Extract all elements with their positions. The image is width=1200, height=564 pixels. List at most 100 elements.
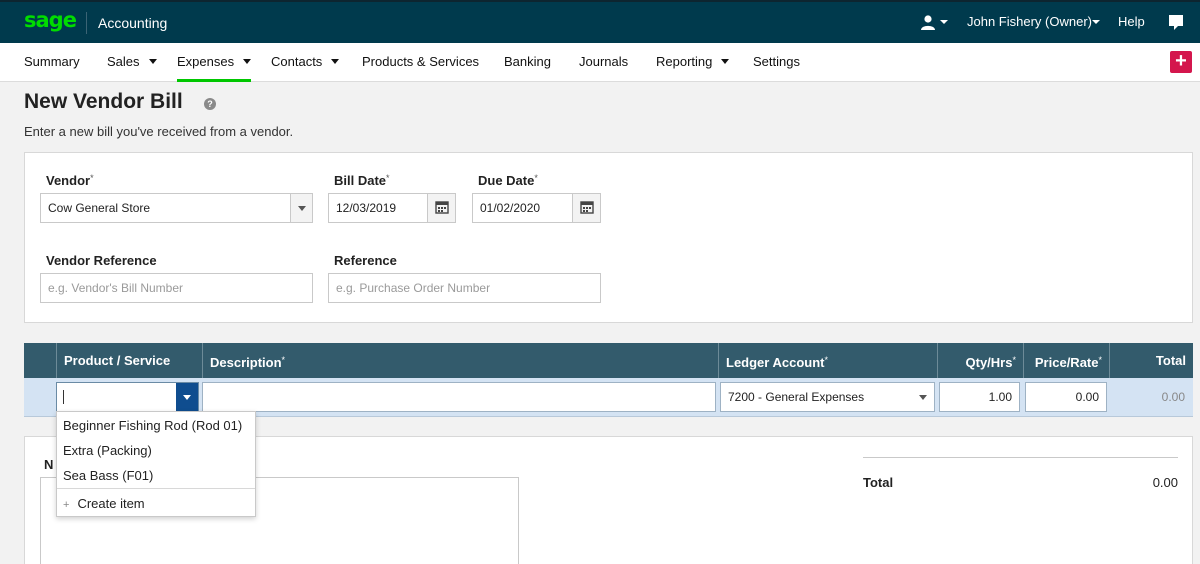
nav-label: Expenses bbox=[177, 54, 235, 69]
chevron-down-icon[interactable] bbox=[912, 383, 934, 411]
nav-journals[interactable]: Journals bbox=[579, 54, 628, 82]
product-select[interactable] bbox=[56, 382, 199, 412]
nav-label: Reporting bbox=[656, 54, 713, 69]
reference-label: Reference bbox=[334, 253, 397, 268]
nav-label: Banking bbox=[504, 54, 551, 69]
column-label: Qty/Hrs bbox=[965, 355, 1013, 370]
header-spacer bbox=[24, 343, 56, 378]
nav-label: Settings bbox=[753, 54, 800, 69]
column-label: Total bbox=[1155, 353, 1186, 368]
required-mark: * bbox=[1012, 355, 1016, 365]
caret-down-icon bbox=[331, 59, 340, 64]
user-icon[interactable] bbox=[920, 14, 936, 30]
chevron-down-icon[interactable] bbox=[1092, 20, 1100, 24]
text-cursor bbox=[63, 390, 64, 404]
help-icon[interactable]: ? bbox=[204, 98, 216, 110]
vendor-value: Cow General Store bbox=[48, 201, 151, 215]
app-name: Accounting bbox=[98, 15, 168, 31]
column-description: Description* bbox=[202, 343, 718, 378]
vendor-select[interactable]: Cow General Store bbox=[40, 193, 313, 223]
due-date-label: Due Date* bbox=[478, 173, 538, 188]
column-label: Ledger Account bbox=[726, 355, 825, 370]
bill-date-field[interactable]: 12/03/2019 bbox=[328, 193, 456, 223]
required-mark: * bbox=[90, 173, 94, 183]
required-mark: * bbox=[281, 355, 286, 365]
help-link[interactable]: Help bbox=[1118, 14, 1145, 29]
divider bbox=[86, 12, 87, 34]
required-mark: * bbox=[824, 355, 828, 365]
total-value: 0.00 bbox=[1152, 475, 1178, 490]
nav-contacts[interactable]: Contacts bbox=[271, 54, 340, 82]
caret-down-icon bbox=[721, 59, 730, 64]
calendar-icon[interactable] bbox=[572, 194, 600, 222]
label-text: Bill Date bbox=[334, 173, 387, 188]
product-dropdown: Beginner Fishing Rod (Rod 01) Extra (Pac… bbox=[56, 411, 256, 517]
vendor-reference-input[interactable]: e.g. Vendor's Bill Number bbox=[40, 273, 313, 303]
nav-products-services[interactable]: Products & Services bbox=[362, 54, 479, 82]
due-date-field[interactable]: 01/02/2020 bbox=[472, 193, 601, 223]
nav-label: Journals bbox=[579, 54, 629, 69]
nav-reporting[interactable]: Reporting bbox=[656, 54, 730, 82]
dropdown-item[interactable]: Sea Bass (F01) bbox=[57, 463, 255, 488]
chevron-down-icon[interactable] bbox=[290, 194, 312, 222]
required-mark: * bbox=[1098, 355, 1102, 365]
vendor-reference-label: Vendor Reference bbox=[46, 253, 157, 268]
description-input[interactable] bbox=[202, 382, 716, 412]
required-mark: * bbox=[386, 173, 390, 183]
column-label: Product / Service bbox=[64, 353, 171, 368]
user-menu[interactable]: John Fishery (Owner) bbox=[967, 14, 1092, 29]
notes-label: N bbox=[44, 457, 54, 472]
nav-expenses[interactable]: Expenses bbox=[177, 54, 252, 82]
create-item-label: Create item bbox=[77, 496, 145, 511]
nav-label: Contacts bbox=[271, 54, 323, 69]
vendor-label: Vendor* bbox=[46, 173, 94, 188]
plus-icon: + bbox=[63, 499, 70, 511]
divider bbox=[863, 457, 1178, 458]
ledger-account-select[interactable]: 7200 - General Expenses bbox=[720, 382, 935, 412]
page-title: New Vendor Bill bbox=[24, 90, 183, 113]
due-date-value: 01/02/2020 bbox=[480, 201, 541, 215]
calendar-icon[interactable] bbox=[427, 194, 455, 222]
divider bbox=[57, 488, 255, 489]
nav-label: Summary bbox=[24, 54, 80, 69]
nav-settings[interactable]: Settings bbox=[753, 54, 800, 82]
column-product: Product / Service bbox=[56, 343, 202, 378]
qty-input[interactable]: 1.00 bbox=[939, 382, 1020, 412]
main-nav: Summary Sales Expenses Contacts Products… bbox=[0, 43, 1200, 82]
label-text: Due Date bbox=[478, 173, 535, 188]
column-qty: Qty/Hrs* bbox=[937, 343, 1023, 378]
row-total: 0.00 bbox=[1161, 390, 1185, 404]
bill-date-value: 12/03/2019 bbox=[336, 201, 397, 215]
nav-banking[interactable]: Banking bbox=[504, 54, 551, 82]
table-header: Product / Service Description* Ledger Ac… bbox=[24, 343, 1193, 378]
create-item-button[interactable]: + Create item bbox=[57, 492, 255, 516]
top-bar: sage Accounting John Fishery (Owner) Hel… bbox=[0, 0, 1200, 43]
chat-icon[interactable] bbox=[1168, 14, 1184, 32]
price-input[interactable]: 0.00 bbox=[1025, 382, 1107, 412]
page-subtitle: Enter a new bill you've received from a … bbox=[24, 124, 294, 139]
line-items-table: Product / Service Description* Ledger Ac… bbox=[24, 343, 1193, 417]
column-ledger: Ledger Account* bbox=[718, 343, 937, 378]
nav-label: Products & Services bbox=[362, 54, 480, 69]
sage-logo[interactable]: sage bbox=[24, 8, 77, 32]
column-total: Total bbox=[1109, 343, 1193, 378]
column-price: Price/Rate* bbox=[1023, 343, 1109, 378]
chevron-down-icon[interactable] bbox=[940, 20, 948, 24]
caret-down-icon bbox=[243, 59, 252, 64]
dropdown-item[interactable]: Beginner Fishing Rod (Rod 01) bbox=[57, 413, 255, 438]
column-label: Description bbox=[210, 355, 282, 370]
ledger-value: 7200 - General Expenses bbox=[728, 390, 865, 404]
chevron-down-icon[interactable] bbox=[176, 383, 198, 411]
nav-sales[interactable]: Sales bbox=[107, 54, 157, 82]
total-label: Total bbox=[863, 475, 894, 490]
caret-down-icon bbox=[148, 59, 157, 64]
nav-label: Sales bbox=[107, 54, 140, 69]
nav-summary[interactable]: Summary bbox=[24, 54, 80, 82]
required-mark: * bbox=[534, 173, 538, 183]
bill-date-label: Bill Date* bbox=[334, 173, 390, 188]
column-label: Price/Rate bbox=[1034, 355, 1099, 370]
dropdown-item[interactable]: Extra (Packing) bbox=[57, 438, 255, 463]
reference-input[interactable]: e.g. Purchase Order Number bbox=[328, 273, 601, 303]
label-text: Vendor bbox=[46, 173, 91, 188]
add-new-button[interactable]: + bbox=[1170, 51, 1192, 73]
